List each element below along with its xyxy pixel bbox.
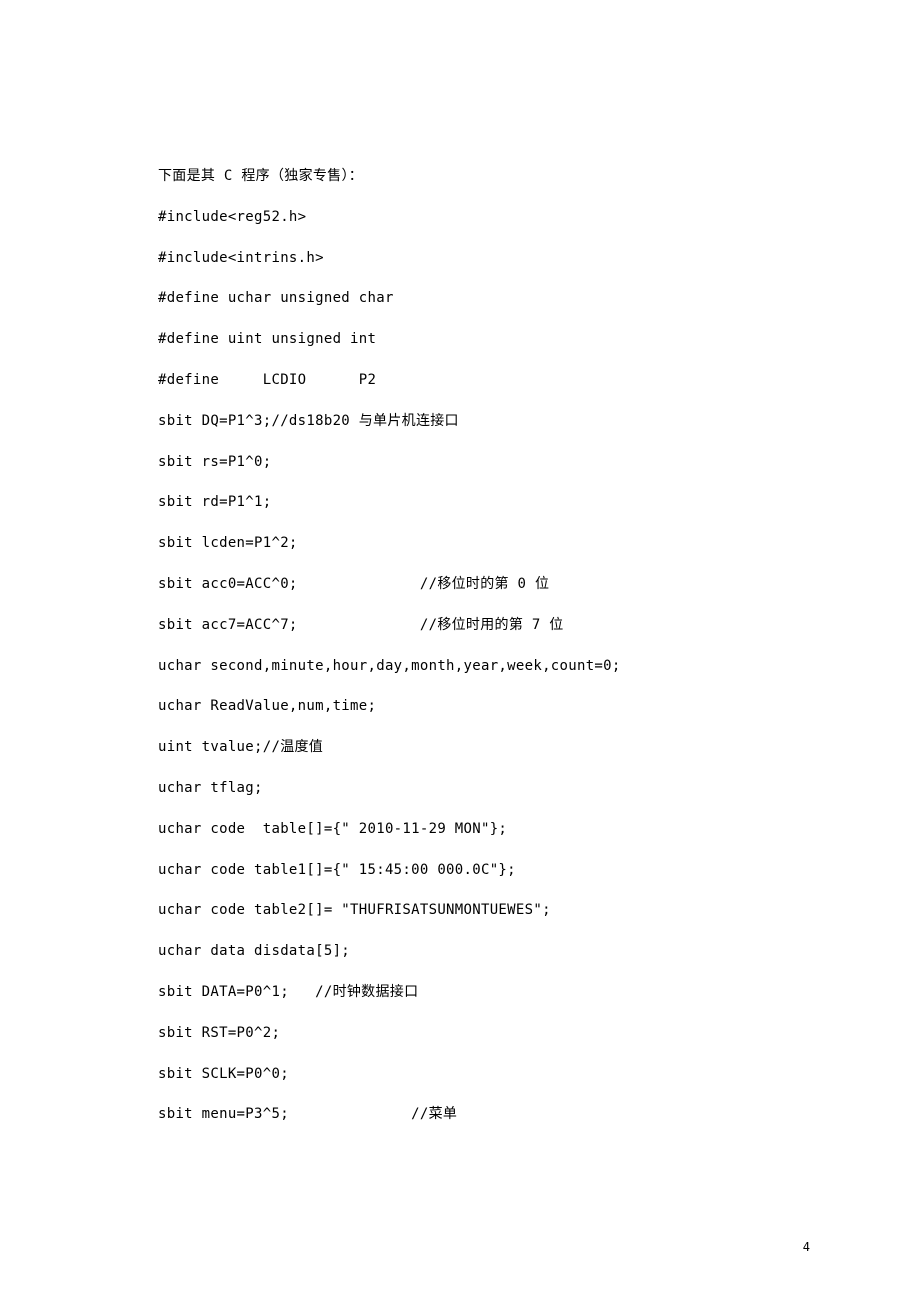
code-line: uchar code table2[]= "THUFRISATSUNMONTUE… (158, 902, 760, 919)
code-line: uchar tflag; (158, 780, 760, 797)
code-line: #define LCDIO P2 (158, 372, 760, 389)
code-line: #include<intrins.h> (158, 250, 760, 267)
code-line: sbit menu=P3^5; //菜单 (158, 1106, 760, 1123)
code-line: uchar code table1[]={" 15:45:00 000.0C"}… (158, 862, 760, 879)
code-line: uchar data disdata[5]; (158, 943, 760, 960)
code-line: sbit rs=P1^0; (158, 454, 760, 471)
code-line: uchar code table[]={" 2010-11-29 MON"}; (158, 821, 760, 838)
code-line: #define uint unsigned int (158, 331, 760, 348)
code-line: #define uchar unsigned char (158, 290, 760, 307)
code-document: 下面是其 C 程序（独家专售）： #include<reg52.h> #incl… (0, 0, 760, 1123)
page-number: 4 (803, 1240, 810, 1254)
code-line: sbit RST=P0^2; (158, 1025, 760, 1042)
code-line: sbit acc0=ACC^0; //移位时的第 0 位 (158, 576, 760, 593)
code-line: sbit SCLK=P0^0; (158, 1066, 760, 1083)
code-line: uchar ReadValue,num,time; (158, 698, 760, 715)
code-line: #include<reg52.h> (158, 209, 760, 226)
code-line: sbit DATA=P0^1; //时钟数据接口 (158, 984, 760, 1001)
code-line: sbit rd=P1^1; (158, 494, 760, 511)
code-line: uchar second,minute,hour,day,month,year,… (158, 658, 760, 675)
code-line: sbit acc7=ACC^7; //移位时用的第 7 位 (158, 617, 760, 634)
code-line: 下面是其 C 程序（独家专售）： (158, 168, 760, 185)
code-line: sbit DQ=P1^3;//ds18b20 与单片机连接口 (158, 413, 760, 430)
code-line: uint tvalue;//温度值 (158, 739, 760, 756)
code-line: sbit lcden=P1^2; (158, 535, 760, 552)
